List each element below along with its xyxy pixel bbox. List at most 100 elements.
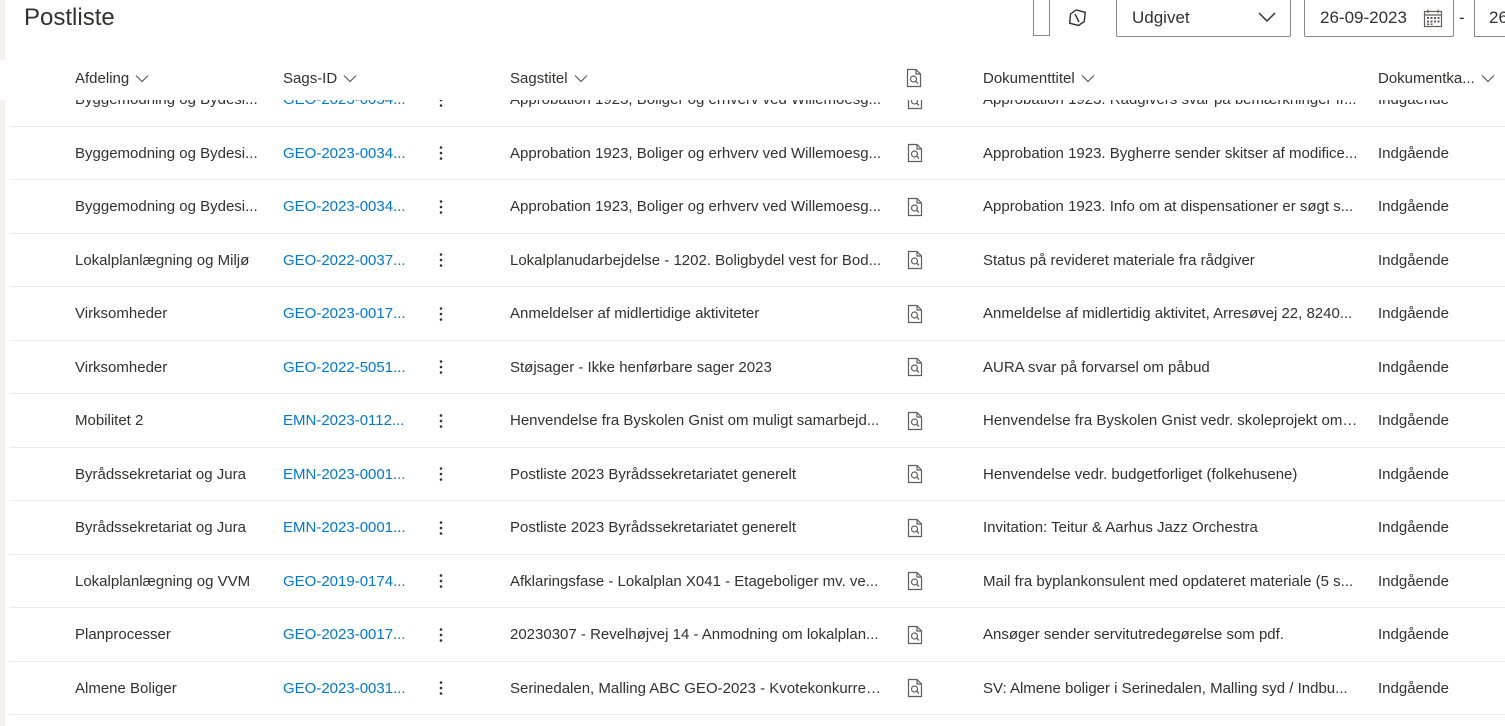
chevron-down-icon [574,75,587,83]
table-body: Byggemodning og Bydesi... GEO-2023-0034..… [0,75,1505,726]
row-preview-button[interactable] [905,448,925,501]
row-more-button[interactable] [435,341,447,394]
more-vertical-icon [439,253,443,267]
more-vertical-icon [439,467,443,481]
cell-dokumenttitel: Henvendelse vedr. budgetforliget (folkeh… [983,465,1298,483]
column-header-label: Afdeling [75,70,130,87]
cell-sagstitel: 20230307 - Revelhøjvej 14 - Anmodning om… [510,626,879,643]
cell-dokumenttitel: Approbation 1923. Bygherre sender skitse… [983,144,1358,162]
table-row[interactable]: Almene Boliger GEO-2023-0031... Serinedale… [10,662,1505,715]
cell-sagstitel: Støjsager - Ikke henførbare sager 2023 [510,358,772,376]
row-more-button[interactable] [435,234,447,287]
cell-sags-id-link[interactable]: EMN-2023-0001... [283,501,408,554]
row-more-button[interactable] [435,127,447,180]
date-type-dropdown[interactable]: Udgivet [1116,0,1291,37]
chevron-down-icon [135,75,149,83]
row-preview-button[interactable] [905,287,925,340]
document-search-icon [907,518,923,537]
column-header-sagstitel[interactable]: Sagstitel [510,70,588,87]
cell-dokumenttitel: Anmeldelse af midlertidig aktivitet, Arr… [983,305,1353,322]
calendar-icon[interactable] [1423,8,1443,28]
column-header-sags-id[interactable]: Sags-ID [283,70,357,87]
row-more-button[interactable] [435,287,447,340]
document-search-icon [907,571,923,591]
table-row[interactable]: Virksomheder GEO-2022-5051... Støjsager - … [10,341,1505,394]
row-preview-button[interactable] [905,662,925,715]
table-row[interactable]: Planprocesser GEO-2023-0017... 20230307 - … [10,608,1505,662]
cell-sagstitel: Henvendelse fra Byskolen Gnist om muligt… [510,412,880,429]
cell-sags-id-link[interactable]: GEO-2023-0034... [283,180,408,233]
eraser-icon [1068,9,1086,27]
cell-sags-id-link[interactable]: GEO-2019-0174... [283,555,408,608]
column-header-dokumenttitel[interactable]: Dokumenttitel [983,70,1095,87]
date-from-picker[interactable]: 26-09-2023 [1304,0,1454,37]
cell-dokumentkategori: Indgående [1378,626,1449,643]
toolbar-input-fragment[interactable] [1033,0,1050,36]
row-preview-button[interactable] [905,501,925,554]
table-row[interactable]: Virksomheder GEO-2023-0017... Anmeldelser … [10,287,1505,341]
cell-sagstitel: Approbation 1923, Boliger og erhverv ved… [510,198,882,215]
cell-sags-id-link[interactable]: GEO-2023-0017... [283,287,408,340]
row-preview-button[interactable] [905,180,925,233]
row-more-button[interactable] [435,662,447,715]
more-vertical-icon [439,306,443,321]
row-more-button[interactable] [435,394,447,447]
more-vertical-icon [439,574,443,588]
table-row[interactable]: Byrådssekretariat og Jura EMN-2023-0001..… [10,448,1505,501]
cell-sags-id-link[interactable]: GEO-2023-0031... [283,662,408,715]
column-header-dokumentkategori[interactable]: Dokumentka... [1378,70,1495,87]
cell-afdeling: Virksomheder [75,305,168,322]
cell-sagstitel: Postliste 2023 Byrådssekretariatet gener… [510,519,796,536]
row-preview-button[interactable] [905,608,925,661]
cell-dokumenttitel: Approbation 1923. Info om at dispensatio… [983,198,1354,215]
date-to-value: 26-09-2023 [1489,8,1505,27]
document-search-icon [907,625,923,644]
table-row[interactable]: Lokalplanlægning og VVM GEO-2019-0174... A… [10,555,1505,608]
cell-dokumenttitel: Invitation: Teitur & Aarhus Jazz Orchest… [983,519,1258,536]
column-header-label: Sagstitel [510,70,568,87]
column-header-label: Dokumenttitel [983,70,1075,87]
row-preview-button[interactable] [905,394,925,447]
table-row[interactable]: Byrådssekretariat og Jura EMN-2023-0001..… [10,501,1505,555]
clear-filter-button[interactable] [1062,4,1092,32]
cell-sags-id-link[interactable]: GEO-2023-0017... [283,608,408,661]
column-header-preview[interactable] [906,68,922,88]
row-preview-button[interactable] [905,555,925,608]
row-preview-button[interactable] [905,127,925,180]
cell-sags-id-link[interactable]: GEO-2022-0037... [283,234,408,287]
document-search-icon [907,250,923,270]
table-row[interactable]: Lokalplanlægning og Miljø GEO-2022-0037..… [10,234,1505,287]
date-to-picker[interactable]: 26-09-2023 [1474,0,1505,37]
column-header-afdeling[interactable]: Afdeling [75,70,149,87]
document-search-icon [907,678,923,698]
cell-sags-id-link[interactable]: EMN-2023-0112... [283,394,408,447]
cell-afdeling: Lokalplanlægning og VVM [75,572,251,590]
table-header: Afdeling Sags-ID Sagstitel Dokumenttitel… [0,60,1505,100]
row-more-button[interactable] [435,608,447,661]
table-row[interactable]: Mobilitet 2 EMN-2023-0112... Henvendelse f… [10,394,1505,448]
cell-dokumentkategori: Indgående [1378,519,1449,536]
row-more-button[interactable] [435,448,447,501]
row-preview-button[interactable] [905,234,925,287]
cell-dokumentkategori: Indgående [1378,465,1449,483]
cell-afdeling: Byggemodning og Bydesi... [75,144,258,162]
cell-sagstitel: Postliste 2023 Byrådssekretariatet gener… [510,465,796,483]
column-header-label: Sags-ID [283,70,338,87]
chevron-down-icon [1481,75,1495,83]
cell-sags-id-link[interactable]: EMN-2023-0001... [283,448,408,501]
cell-dokumenttitel: Ansøger sender servitutredegørelse som p… [983,626,1284,643]
document-search-icon [906,68,922,88]
table-row[interactable]: Byggemodning og Bydesi... GEO-2023-0034..… [10,127,1505,180]
row-more-button[interactable] [435,555,447,608]
row-preview-button[interactable] [905,341,925,394]
cell-dokumentkategori: Indgående [1378,412,1449,429]
table-row[interactable]: Byggemodning og Bydesi... GEO-2023-0034..… [10,180,1505,234]
cell-sags-id-link[interactable]: GEO-2022-5051... [283,341,408,394]
more-vertical-icon [439,520,443,535]
cell-sags-id-link[interactable]: GEO-2023-0034... [283,127,408,180]
column-header-label: Dokumentka... [1378,70,1475,87]
cell-dokumentkategori: Indgående [1378,144,1449,162]
cell-afdeling: Mobilitet 2 [75,412,144,429]
row-more-button[interactable] [435,501,447,554]
row-more-button[interactable] [435,180,447,233]
